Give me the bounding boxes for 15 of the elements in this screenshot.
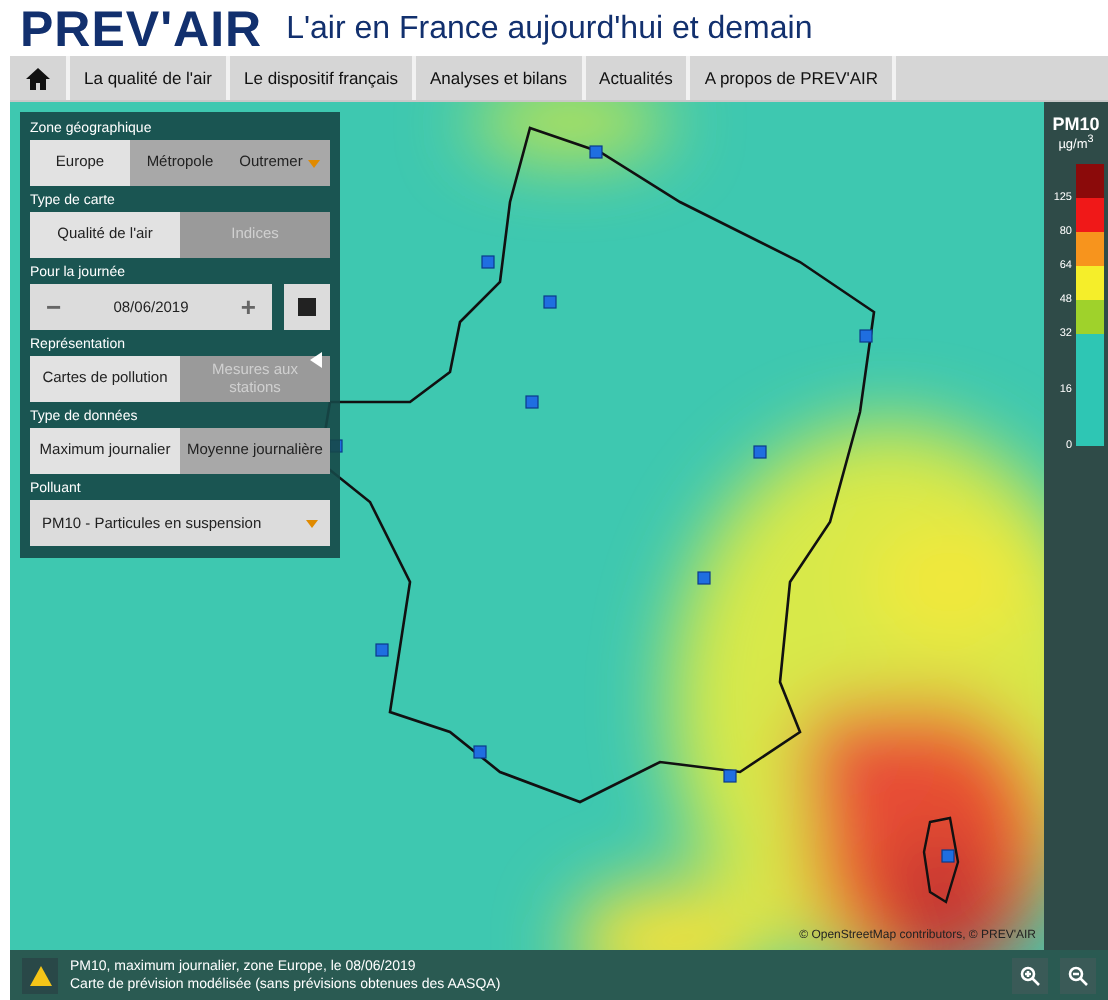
legend-title: PM10: [1052, 114, 1100, 134]
warning-icon: [29, 965, 51, 985]
zoom-in-button[interactable]: [1012, 957, 1048, 993]
zoom-out-button[interactable]: [1060, 957, 1096, 993]
home-icon: [26, 67, 50, 89]
next-day-button[interactable]: +: [236, 292, 260, 322]
zoom-in-icon: [1020, 965, 1040, 985]
collapse-panel-button[interactable]: [310, 352, 322, 374]
caret-icon: [306, 519, 318, 527]
calendar-button[interactable]: [284, 284, 330, 330]
chevron-left-icon: [310, 352, 322, 368]
site-logo[interactable]: PREV'AIR: [20, 2, 263, 56]
previous-day-button[interactable]: −: [42, 292, 66, 322]
zoom-out-icon: [1068, 965, 1088, 985]
site-tagline: L'air en France aujourd'hui et demain: [286, 12, 813, 48]
